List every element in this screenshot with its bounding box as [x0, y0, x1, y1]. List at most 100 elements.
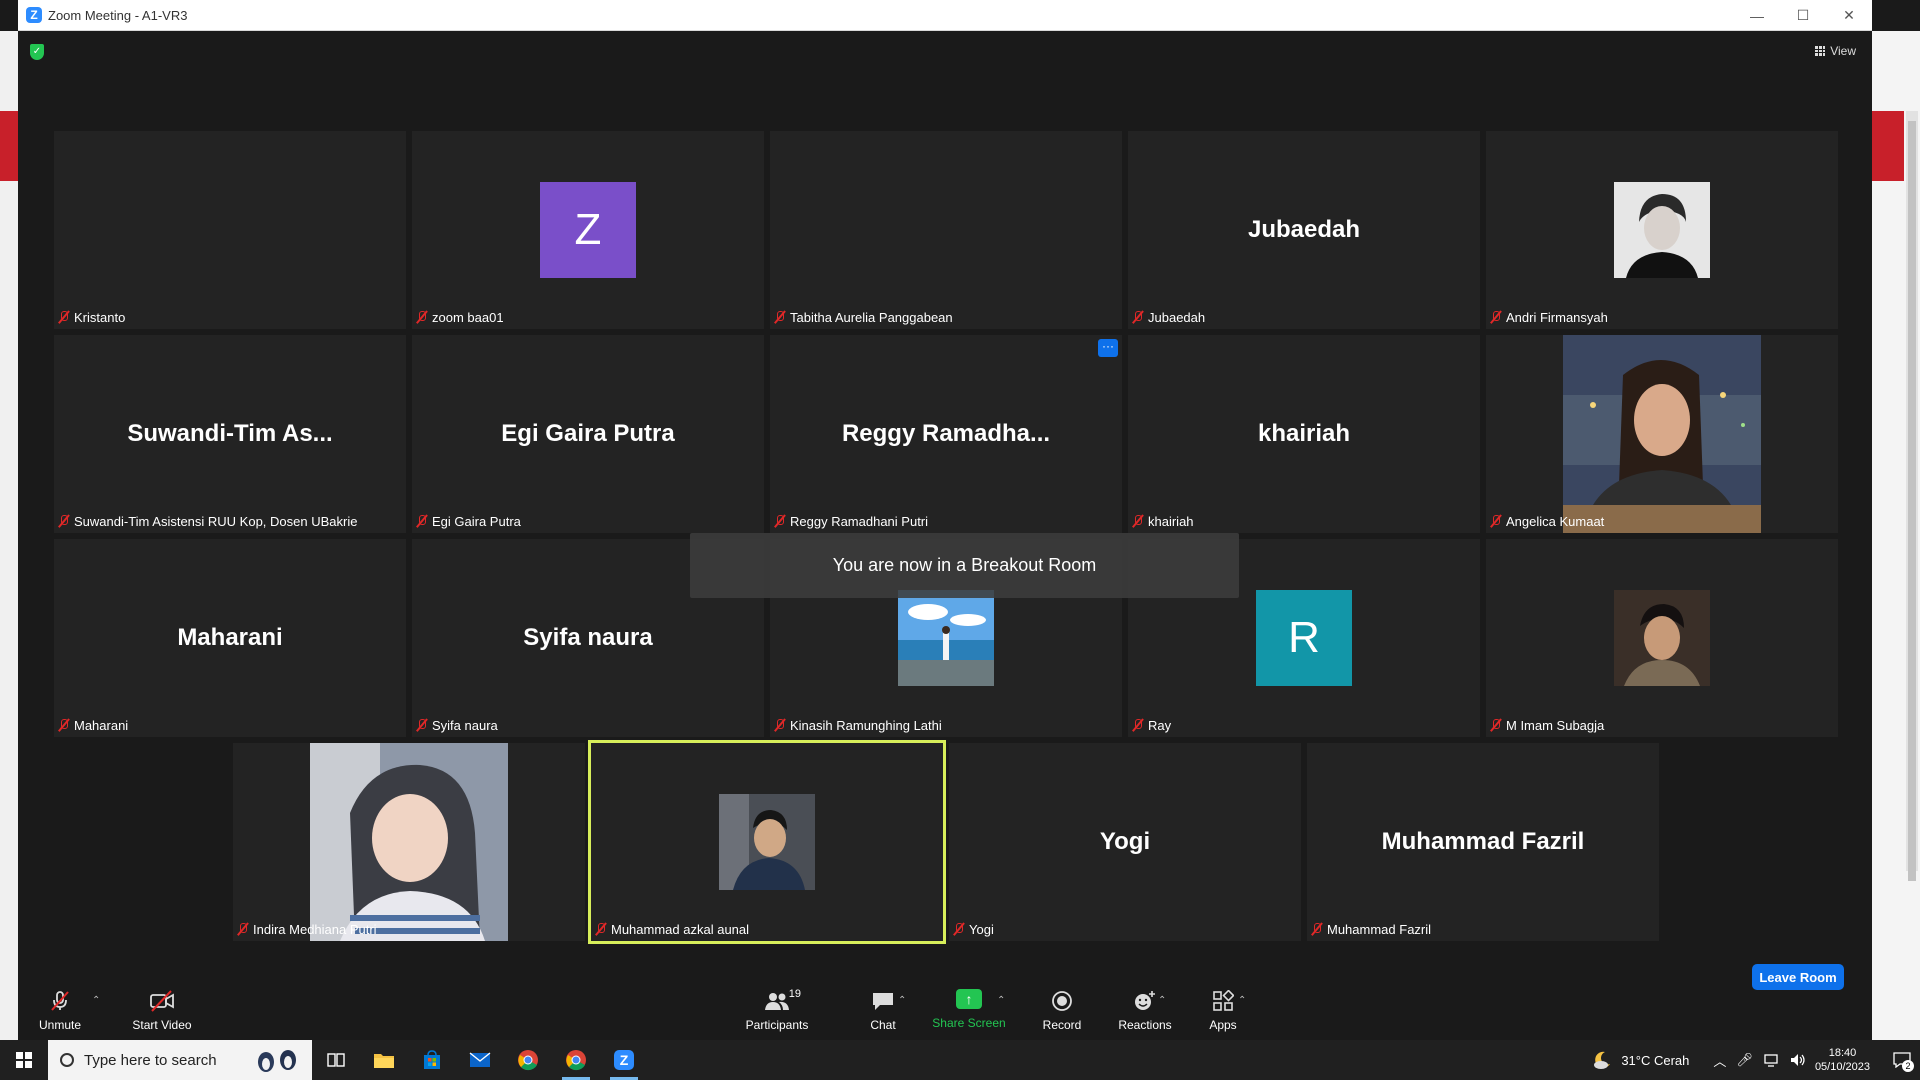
- taskbar-search-box[interactable]: Type here to search: [48, 1040, 312, 1080]
- muted-mic-icon: [416, 718, 428, 732]
- start-button[interactable]: [0, 1040, 48, 1080]
- chat-options-chevron-icon[interactable]: ⌃: [898, 995, 906, 1006]
- participant-name-label: Suwandi-Tim Asistensi RUU Kop, Dosen UBa…: [58, 512, 357, 530]
- muted-mic-icon: [595, 922, 607, 936]
- background-scrollbar[interactable]: [1906, 111, 1918, 881]
- zoom-meeting-area: ✓ View Kristanto Z zoom baa01 Tabitha Au…: [18, 31, 1872, 1040]
- participant-display-name: Jubaedah: [1247, 216, 1361, 243]
- weather-text[interactable]: 31°C Cerah: [1621, 1053, 1689, 1068]
- video-tile[interactable]: Indira Medhiana Putri: [233, 743, 585, 941]
- participant-name-label: zoom baa01: [416, 308, 504, 326]
- background-window-right: [1872, 31, 1920, 1040]
- close-button[interactable]: ✕: [1826, 0, 1872, 31]
- record-button[interactable]: Record: [1032, 979, 1092, 1040]
- notification-center-icon[interactable]: 2: [1884, 1040, 1920, 1080]
- minimize-button[interactable]: —: [1734, 0, 1780, 31]
- chrome-profile-icon[interactable]: [552, 1040, 600, 1080]
- encryption-shield-icon[interactable]: ✓: [30, 44, 44, 60]
- start-video-button[interactable]: Start Video: [122, 979, 202, 1040]
- unmute-button[interactable]: Unmute: [32, 979, 88, 1040]
- video-tile[interactable]: Muhammad Fazril Muhammad Fazril: [1307, 743, 1659, 941]
- participants-button[interactable]: 19 Participants: [734, 979, 820, 1040]
- video-tile[interactable]: Kristanto: [54, 131, 406, 329]
- muted-mic-icon: [1490, 514, 1502, 528]
- video-tile[interactable]: khairiah khairiah: [1128, 335, 1480, 533]
- video-tile[interactable]: M Imam Subagja: [1486, 539, 1838, 737]
- participant-display-name: Egi Gaira Putra: [501, 420, 675, 447]
- audio-options-chevron-icon[interactable]: ⌃: [92, 995, 100, 1006]
- microphone-tray-icon[interactable]: 🎤︎: [1736, 1052, 1753, 1068]
- background-window-left: [0, 31, 18, 1040]
- participant-display-name: Maharani: [177, 624, 283, 651]
- video-tile[interactable]: Jubaedah Jubaedah: [1128, 131, 1480, 329]
- file-explorer-icon[interactable]: [360, 1040, 408, 1080]
- muted-mic-icon: [953, 922, 965, 936]
- notification-count-badge: 2: [1902, 1060, 1914, 1072]
- system-tray: 31°C Cerah ︿ 🎤︎ 18:40 05/10/2023 2: [1591, 1040, 1920, 1080]
- profile-photo: [898, 590, 994, 686]
- participant-name-label: Angelica Kumaat: [1490, 512, 1604, 530]
- profile-photo: [1614, 182, 1710, 278]
- apps-icon: [1209, 988, 1237, 1014]
- profile-photo: [719, 794, 815, 890]
- volume-icon[interactable]: [1789, 1052, 1807, 1068]
- task-view-icon[interactable]: [312, 1040, 360, 1080]
- video-tile[interactable]: Yogi Yogi: [949, 743, 1301, 941]
- participant-name-label: Syifa naura: [416, 716, 498, 734]
- participant-display-name: khairiah: [1257, 420, 1351, 447]
- taskbar-clock[interactable]: 18:40 05/10/2023: [1815, 1046, 1870, 1074]
- search-icon: [60, 1053, 74, 1067]
- microsoft-store-icon[interactable]: [408, 1040, 456, 1080]
- profile-photo: [1614, 590, 1710, 686]
- reactions-button[interactable]: Reactions: [1110, 979, 1180, 1040]
- share-screen-button[interactable]: ↑ Share Screen: [924, 979, 1014, 1040]
- muted-mic-icon: [1490, 310, 1502, 324]
- chat-button[interactable]: Chat: [858, 979, 908, 1040]
- muted-mic-icon: [1490, 718, 1502, 732]
- maximize-button[interactable]: ☐: [1780, 0, 1826, 31]
- video-tile[interactable]: Andri Firmansyah: [1486, 131, 1838, 329]
- avatar: R: [1256, 590, 1352, 686]
- share-options-chevron-icon[interactable]: ⌃: [997, 995, 1005, 1006]
- mail-icon[interactable]: [456, 1040, 504, 1080]
- participant-name-label: Kinasih Ramunghing Lathi: [774, 716, 942, 734]
- zoom-app-icon[interactable]: Z: [600, 1040, 648, 1080]
- muted-mic-icon: [1311, 922, 1323, 936]
- muted-microphone-icon: [46, 988, 74, 1014]
- grid-view-icon: [1815, 46, 1826, 56]
- video-tile[interactable]: ··· Reggy Ramadha... Reggy Ramadhani Put…: [770, 335, 1122, 533]
- video-tile[interactable]: Maharani Maharani: [54, 539, 406, 737]
- video-tile[interactable]: Angelica Kumaat: [1486, 335, 1838, 533]
- apps-button[interactable]: Apps: [1198, 979, 1248, 1040]
- apps-chevron-icon[interactable]: ⌃: [1238, 995, 1246, 1006]
- svg-text:Z: Z: [620, 1052, 629, 1068]
- windows-taskbar: Type here to search Z 31°C Cerah ︿ 🎤︎ 18…: [0, 1040, 1920, 1080]
- network-icon[interactable]: [1763, 1052, 1781, 1068]
- tray-chevron-icon[interactable]: ︿: [1713, 1051, 1726, 1070]
- participant-count: 19: [788, 987, 801, 1000]
- chrome-icon[interactable]: [504, 1040, 552, 1080]
- participant-name-label: Maharani: [58, 716, 128, 734]
- window-title: Zoom Meeting - A1-VR3: [48, 7, 188, 23]
- avatar: Z: [540, 182, 636, 278]
- more-options-button[interactable]: ···: [1098, 339, 1118, 357]
- muted-mic-icon: [237, 922, 249, 936]
- record-icon: [1048, 988, 1076, 1014]
- video-tile[interactable]: Suwandi-Tim As... Suwandi-Tim Asistensi …: [54, 335, 406, 533]
- participant-display-name: Suwandi-Tim As...: [127, 420, 333, 447]
- participant-display-name: Syifa naura: [523, 624, 653, 651]
- video-tile[interactable]: Z zoom baa01: [412, 131, 764, 329]
- leave-room-button[interactable]: Leave Room: [1752, 964, 1844, 990]
- view-button[interactable]: View: [1815, 41, 1856, 61]
- reactions-chevron-icon[interactable]: ⌃: [1158, 995, 1166, 1006]
- video-tile[interactable]: Egi Gaira Putra Egi Gaira Putra: [412, 335, 764, 533]
- weather-moon-cloud-icon: [1594, 1051, 1611, 1069]
- video-tile[interactable]: Tabitha Aurelia Panggabean: [770, 131, 1122, 329]
- muted-mic-icon: [1132, 718, 1144, 732]
- participant-name-label: Kristanto: [58, 308, 125, 326]
- search-highlight-icon: [258, 1050, 296, 1072]
- share-screen-icon: ↑: [956, 989, 982, 1009]
- active-speaker-tile[interactable]: Muhammad azkal aunal: [588, 740, 946, 944]
- muted-mic-icon: [774, 514, 786, 528]
- breakout-room-notification: You are now in a Breakout Room: [690, 533, 1239, 598]
